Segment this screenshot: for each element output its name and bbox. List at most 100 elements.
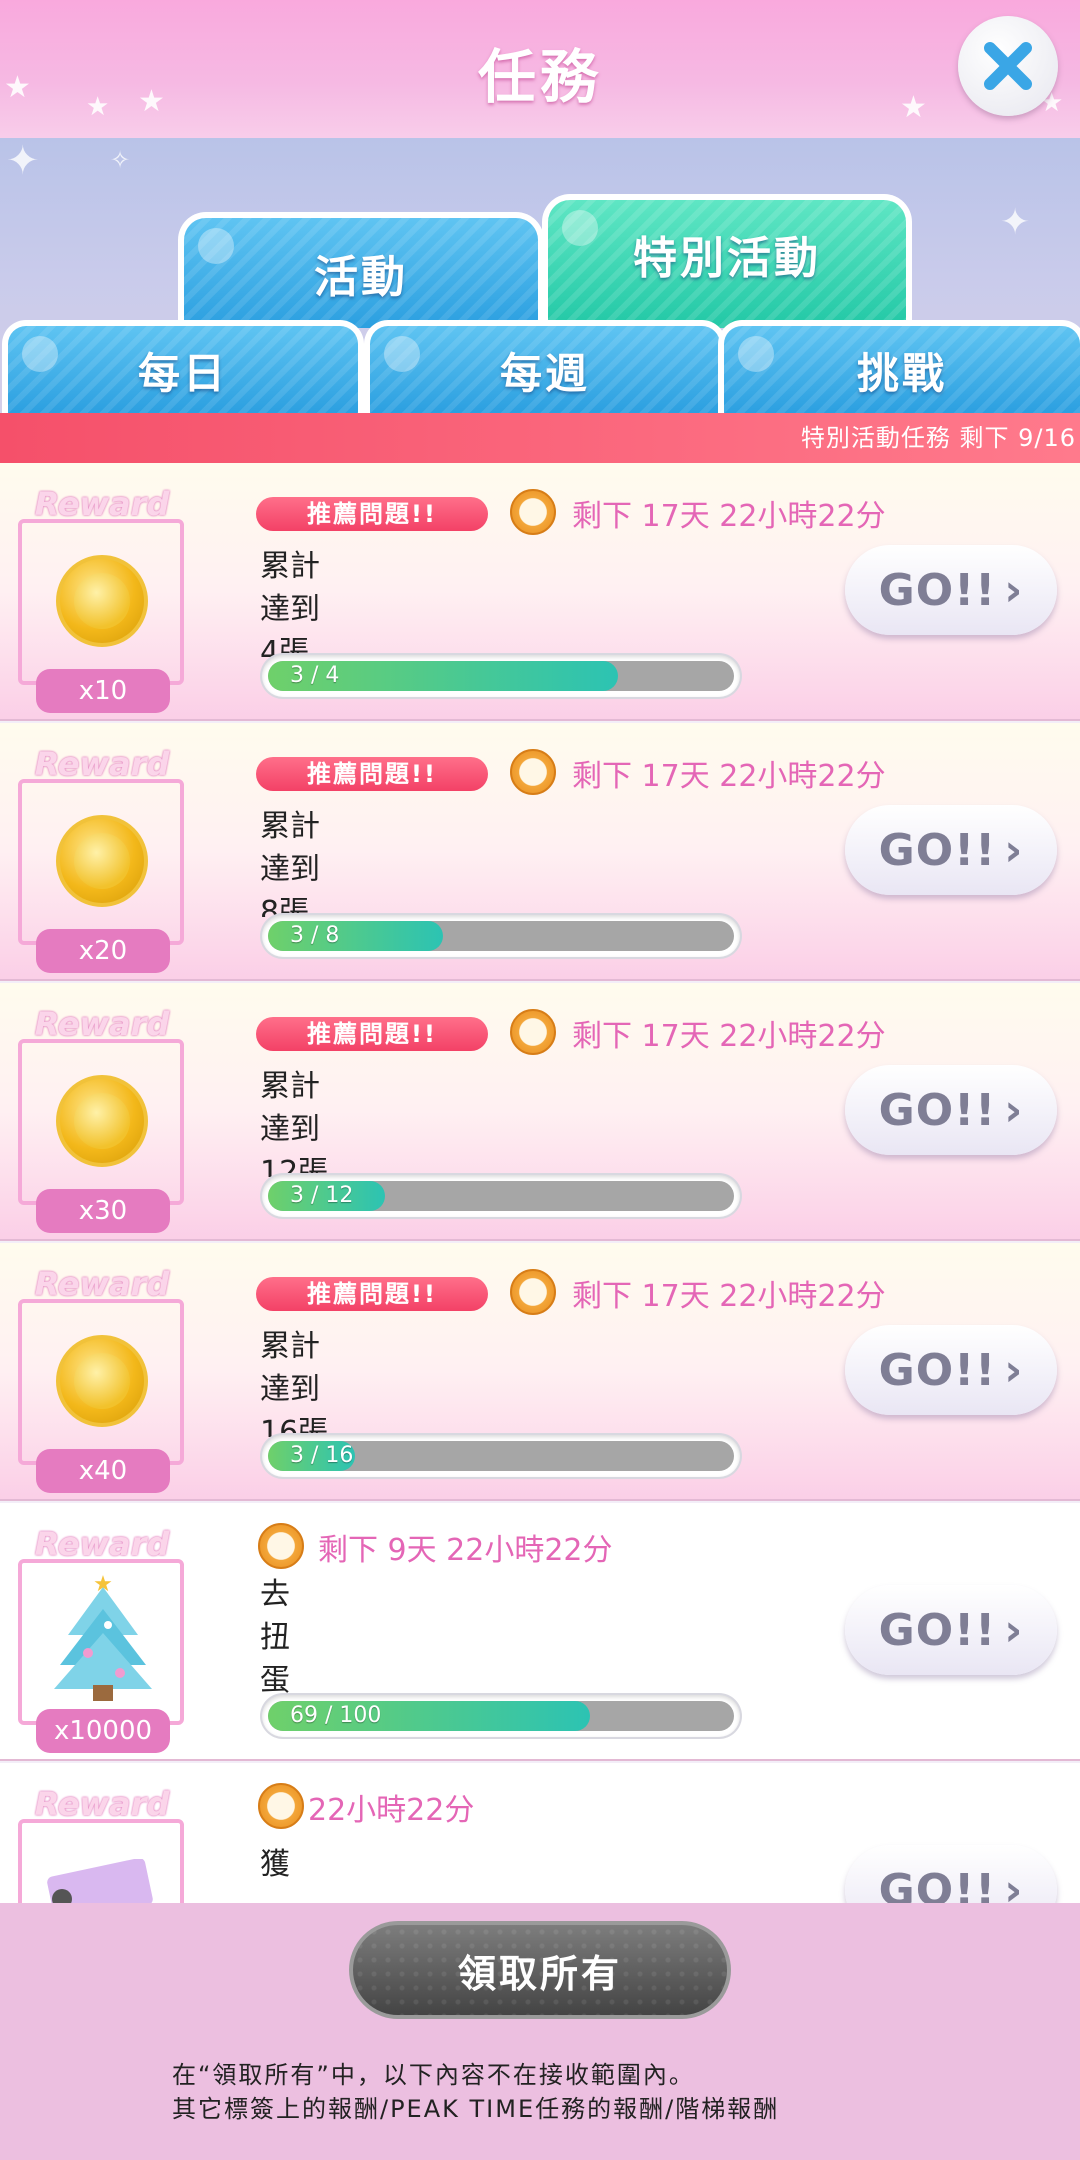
go-button[interactable]: GO!! › [845, 1065, 1057, 1155]
tab-daily-label: 每日 [137, 348, 228, 398]
progress-text: 3 / 16 [290, 1443, 354, 1468]
mission-list[interactable]: Reward x10 推薦問題!! 剩下 17天 22小時22分 累計達到4張B… [0, 463, 1080, 1903]
bubble-decoration [562, 210, 598, 246]
chevron-right-icon: › [1004, 1864, 1024, 1904]
time-remaining: 剩下 17天 22小時22分 [572, 1279, 886, 1314]
chevron-right-icon: › [1004, 1084, 1024, 1136]
time-remaining: 22小時22分 [308, 1793, 475, 1828]
progress-text: 69 / 100 [290, 1703, 382, 1728]
reward-label: Reward [34, 485, 170, 523]
bubble-decoration [738, 336, 774, 372]
svg-text:★: ★ [93, 1573, 113, 1597]
go-button-label: GO!! [878, 1604, 997, 1656]
tab-activity[interactable]: 活動 [178, 212, 544, 328]
sparkle-icon: ✦ [6, 138, 40, 184]
recommended-badge: 推薦問題!! [256, 757, 488, 791]
reward-quantity: x20 [36, 929, 170, 973]
go-button-label: GO!! [878, 1864, 997, 1904]
clock-icon [258, 1523, 304, 1569]
mission-row: Reward x40 推薦問題!! 剩下 17天 22小時22分 累計達到16張… [0, 1243, 1080, 1501]
mission-description: 累計達到16張BINGO [260, 1329, 329, 1437]
go-button-label: GO!! [878, 1084, 997, 1136]
recommended-badge: 推薦問題!! [256, 1017, 488, 1051]
mission-row: Reward x10 推薦問題!! 剩下 17天 22小時22分 累計達到4張B… [0, 463, 1080, 721]
coin-icon [56, 815, 148, 907]
progress-bar: 3 / 16 [262, 1435, 740, 1477]
tab-challenge[interactable]: 挑戰 [718, 320, 1080, 414]
clock-icon [510, 1009, 556, 1055]
bubble-decoration [22, 336, 58, 372]
claim-note-line2: 其它標簽上的報酬/PEAK TIME任務的報酬/階梯報酬 [172, 2095, 780, 2123]
chevron-right-icon: › [1004, 1344, 1024, 1396]
mission-description: 獲 [260, 1847, 290, 1882]
mission-row: Reward x30 推薦問題!! 剩下 17天 22小時22分 累計達到12張… [0, 983, 1080, 1241]
go-button[interactable]: GO!! › [845, 805, 1057, 895]
mission-row: Reward 22小時22分 獲 GO!! › [0, 1763, 1080, 1903]
clock-icon [510, 489, 556, 535]
sparkle-icon: ✧ [110, 146, 131, 174]
coin-icon [56, 1075, 148, 1167]
progress-text: 3 / 4 [290, 663, 340, 688]
claim-all-label: 領取所有 [457, 1951, 622, 1996]
go-button[interactable]: GO!! › [845, 1845, 1057, 1903]
claim-all-button[interactable]: 領取所有 [349, 1921, 731, 2019]
chevron-right-icon: › [1004, 1604, 1024, 1656]
bubble-decoration [384, 336, 420, 372]
chevron-right-icon: › [1004, 824, 1024, 876]
ticket-icon [47, 1859, 153, 1903]
progress-bar: 3 / 4 [262, 655, 740, 697]
mission-row: Reward ★ x10000 剩下 9天 22小時22分 去扭蛋華 69 / … [0, 1503, 1080, 1761]
recommended-badge: 推薦問題!! [256, 497, 488, 531]
time-remaining: 剩下 9天 22小時22分 [318, 1533, 613, 1568]
go-button[interactable]: GO!! › [845, 545, 1057, 635]
mission-description: 累計達到12張BINGO [260, 1069, 329, 1177]
progress-text: 3 / 12 [290, 1183, 354, 1208]
go-button[interactable]: GO!! › [845, 1585, 1057, 1675]
recommended-badge: 推薦問題!! [256, 1277, 488, 1311]
header-bar: ★ ★ ★ ★ ★ 任務 [0, 0, 1080, 138]
time-remaining: 剩下 17天 22小時22分 [572, 1019, 886, 1054]
chevron-right-icon: › [1004, 564, 1024, 616]
mission-description: 累計達到8張BINGO [260, 809, 320, 917]
progress-bar: 3 / 12 [262, 1175, 740, 1217]
progress-bar: 69 / 100 [262, 1695, 740, 1737]
reward-quantity: x30 [36, 1189, 170, 1233]
clock-icon [510, 749, 556, 795]
mission-row: Reward x20 推薦問題!! 剩下 17天 22小時22分 累計達到8張B… [0, 723, 1080, 981]
tab-weekly[interactable]: 每週 [364, 320, 726, 414]
close-button[interactable] [958, 16, 1058, 116]
tab-activity-label: 活動 [314, 252, 408, 303]
christmas-tree-icon: ★ [54, 1573, 152, 1701]
time-remaining: 剩下 17天 22小時22分 [572, 759, 886, 794]
go-button-label: GO!! [878, 824, 997, 876]
reward-label: Reward [34, 1265, 170, 1303]
claim-note-line1: 在“領取所有”中，以下內容不在接收範圍內。 [172, 2061, 695, 2089]
tab-challenge-label: 挑戰 [856, 348, 947, 398]
sparkle-icon: ✦ [1000, 202, 1031, 243]
go-button[interactable]: GO!! › [845, 1325, 1057, 1415]
reward-quantity: x10000 [36, 1709, 170, 1753]
clock-icon [510, 1269, 556, 1315]
reward-label: Reward [34, 1525, 170, 1563]
remaining-missions-strip: 特別活動任務 剩下 9/16 [0, 413, 1080, 463]
coin-icon [56, 1335, 148, 1427]
go-button-label: GO!! [878, 1344, 997, 1396]
coin-icon [56, 555, 148, 647]
tab-daily[interactable]: 每日 [2, 320, 364, 414]
mission-description: 累計達到4張BINGO [260, 549, 320, 657]
page-title: 任務 [477, 43, 602, 111]
reward-label: Reward [34, 1785, 170, 1823]
reward-label: Reward [34, 1005, 170, 1043]
clock-icon [258, 1783, 304, 1829]
time-remaining: 剩下 17天 22小時22分 [572, 499, 886, 534]
footer-panel: 領取所有 在“領取所有”中，以下內容不在接收範圍內。 其它標簽上的報酬/PEAK… [0, 1903, 1080, 2160]
tab-weekly-label: 每週 [499, 348, 590, 398]
tab-special-activity[interactable]: 特別活動 [542, 194, 912, 328]
progress-text: 3 / 8 [290, 923, 340, 948]
progress-bar: 3 / 8 [262, 915, 740, 957]
reward-label: Reward [34, 745, 170, 783]
tab-special-activity-label: 特別活動 [633, 233, 821, 284]
bubble-decoration [198, 228, 234, 264]
close-icon [984, 42, 1032, 90]
reward-quantity: x10 [36, 669, 170, 713]
